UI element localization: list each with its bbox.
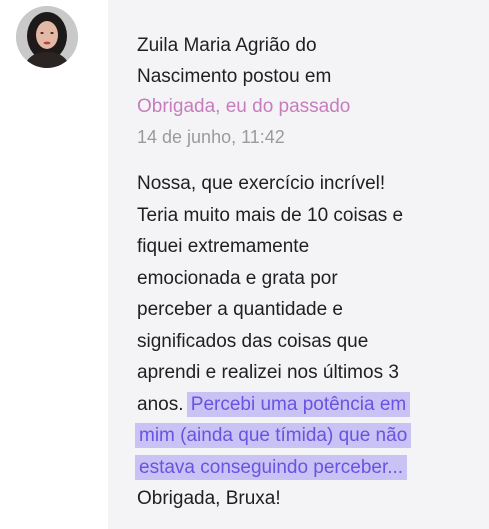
body-line: fiquei extremamente bbox=[137, 236, 310, 257]
post-author-line: Zuila Maria Agrião do Nascimento postou … bbox=[137, 30, 477, 92]
body-line: Teria muito mais de 10 coisas e bbox=[137, 204, 404, 226]
avatar-photo-icon bbox=[16, 6, 78, 68]
body-line: Obrigada, Bruxa! bbox=[137, 488, 281, 509]
author-name-line-2: Nascimento postou em bbox=[137, 66, 332, 87]
author-name-line-1: Zuila Maria Agrião do bbox=[137, 35, 317, 56]
body-line: emocionada e grata por bbox=[137, 267, 338, 289]
body-line: aprendi e realizei nos últimos 3 bbox=[137, 362, 399, 383]
topic-link[interactable]: Obrigada, eu do passado bbox=[137, 91, 350, 122]
body-line: estava conseguindo perceber... bbox=[135, 452, 467, 484]
body-line: significados das coisas que bbox=[137, 330, 369, 352]
highlighted-text-selection[interactable]: estava conseguindo perceber... bbox=[135, 454, 408, 480]
body-line: mim (ainda que tímida) que não bbox=[135, 420, 467, 452]
post-card: Zuila Maria Agrião do Nascimento postou … bbox=[108, 0, 489, 529]
post-timestamp: 14 de junho, 11:42 bbox=[137, 127, 285, 147]
post-body: Nossa, que exercício incrível! Teria mui… bbox=[135, 168, 467, 515]
body-line: anos. Percebi uma potência em bbox=[137, 389, 467, 421]
body-line: Nossa, que exercício incrível! bbox=[137, 173, 386, 194]
body-line: perceber a quantidade e bbox=[137, 299, 343, 320]
body-text-plain: anos. bbox=[137, 393, 184, 415]
highlighted-text-selection[interactable]: mim (ainda que tímida) que não bbox=[135, 423, 412, 448]
highlighted-text-selection[interactable]: Percebi uma potência em bbox=[186, 391, 411, 417]
user-avatar[interactable] bbox=[16, 6, 78, 68]
